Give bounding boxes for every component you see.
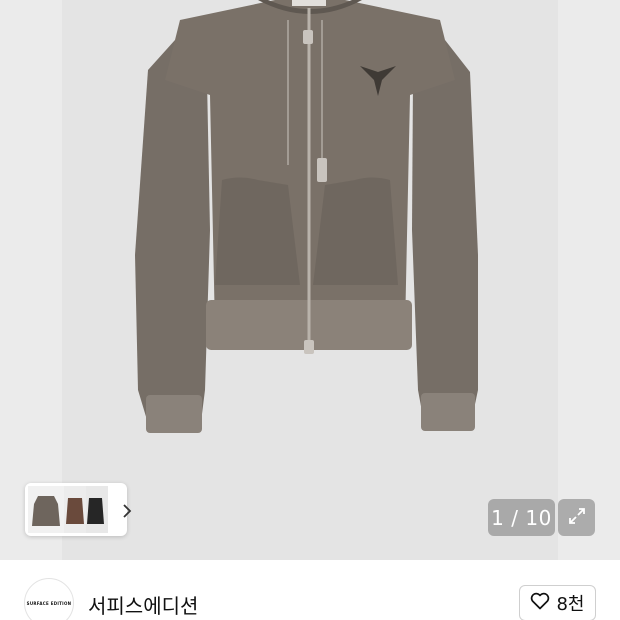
fullscreen-expand-button[interactable] — [558, 499, 595, 536]
image-page-counter: 1 / 10 — [488, 499, 555, 536]
product-image-gallery[interactable]: 1 / 10 — [0, 0, 620, 560]
thumbnail-strip[interactable] — [25, 483, 132, 536]
heart-outline-icon — [530, 592, 550, 614]
brand-logo-text: SURFACE EDITION — [26, 600, 72, 606]
like-count: 8천 — [556, 594, 585, 615]
color-variant-thumbnails[interactable] — [28, 486, 108, 533]
brand-name[interactable]: 서피스에디션 — [88, 590, 198, 619]
brand-logo[interactable]: SURFACE EDITION — [24, 578, 74, 620]
like-button[interactable]: 8천 — [519, 585, 596, 620]
product-photo-hoodie[interactable] — [0, 0, 620, 560]
expand-icon — [567, 506, 587, 530]
